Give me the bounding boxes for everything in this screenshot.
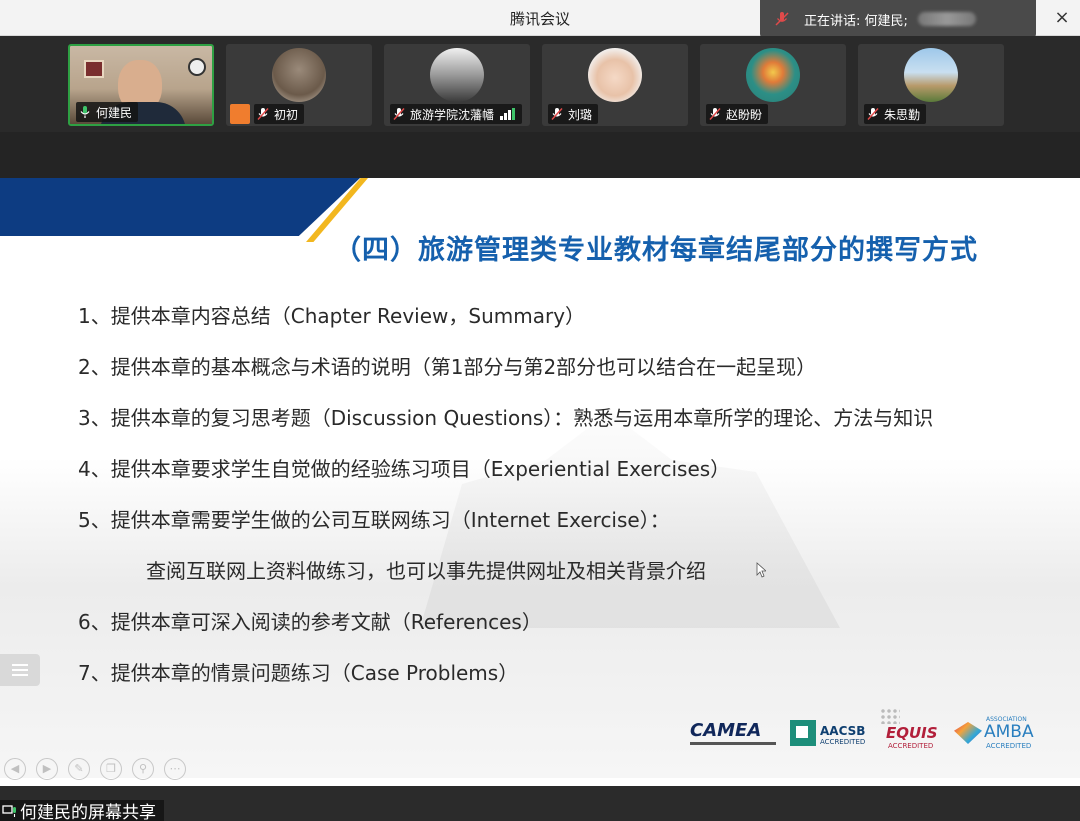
accreditation-logos: CAMEA AACSB ACCREDITED EQUIS ACCREDITED … <box>690 708 1042 756</box>
participant-name: 刘璐 <box>568 107 593 122</box>
participant-tile[interactable]: 初初 <box>226 44 372 126</box>
slide-line: 1、提供本章内容总结（Chapter Review，Summary） <box>78 304 586 328</box>
participant-tile[interactable]: 赵盼盼 <box>700 44 846 126</box>
screen-share-icon <box>2 804 16 817</box>
participant-tile[interactable]: 刘璐 <box>542 44 688 126</box>
menu-list-icon[interactable] <box>0 654 40 686</box>
mic-muted-icon <box>867 107 879 121</box>
slide-title: （四）旅游管理类专业教材每章结尾部分的撰写方式 <box>334 235 978 266</box>
mic-muted-icon <box>775 12 789 26</box>
menu-line <box>12 674 28 676</box>
participant-tile[interactable]: 何建民 <box>68 44 214 126</box>
aacsb-logo-text: AACSB <box>820 724 866 738</box>
mic-muted-icon <box>551 107 563 121</box>
wall-clock <box>188 58 206 76</box>
next-icon[interactable]: ▶ <box>36 758 58 780</box>
equis-logo-text: EQUIS <box>886 724 938 742</box>
slide-line: 6、提供本章可深入阅读的参考文献（References） <box>78 610 542 634</box>
mic-muted-icon <box>393 107 405 121</box>
slide-line: 查阅互联网上资料做练习，也可以事先提供网址及相关背景介绍 <box>146 559 706 583</box>
participant-avatar <box>430 48 484 102</box>
slide-line: 2、提供本章的基本概念与术语的说明（第1部分与第2部分也可以结合在一起呈现） <box>78 355 817 379</box>
participants-strip: 何建民 初初 旅游学院沈藩幡 刘璐 赵盼盼 朱思勤 <box>0 36 1080 178</box>
screen-share-label: 何建民的屏幕共享 <box>20 803 156 821</box>
mic-muted-icon <box>709 107 721 121</box>
screen-share-badge[interactable]: 何建民的屏幕共享 <box>0 800 164 821</box>
strip-lower-band <box>0 132 1080 178</box>
signal-bars-icon <box>500 108 516 120</box>
slide-header-band <box>0 178 360 236</box>
menu-line <box>12 669 28 671</box>
camea-logo-text: CAMEA <box>690 720 762 741</box>
shared-slide: （四）旅游管理类专业教材每章结尾部分的撰写方式 1、提供本章内容总结（Chapt… <box>0 178 1080 786</box>
slide-line: 4、提供本章要求学生自觉做的经验练习项目（Experiential Exerci… <box>78 457 731 481</box>
camea-logo: CAMEA <box>690 716 776 752</box>
speaking-text: 正在讲话: 何建民; <box>804 13 908 29</box>
participant-label: 刘璐 <box>548 104 599 124</box>
participant-avatar <box>272 48 326 102</box>
participant-avatar <box>588 48 642 102</box>
participant-tile[interactable]: 朱思勤 <box>858 44 1004 126</box>
wall-picture <box>84 60 104 78</box>
camea-logo-rule <box>690 742 776 745</box>
mic-active-icon <box>80 106 90 118</box>
participant-name: 初初 <box>274 107 299 122</box>
equis-dots <box>880 708 900 724</box>
equis-logo-sub: ACCREDITED <box>888 742 934 750</box>
equis-logo: EQUIS ACCREDITED <box>880 708 950 752</box>
zoom-icon[interactable]: ⚲ <box>132 758 154 780</box>
bottom-bar: 何建民的屏幕共享 <box>0 786 1080 821</box>
participant-label: 旅游学院沈藩幡 <box>390 104 523 124</box>
blurred-name <box>917 12 976 26</box>
slide-line: 3、提供本章的复习思考题（Discussion Questions）：熟悉与运用… <box>78 406 934 430</box>
mouse-cursor-icon <box>756 562 766 578</box>
copy-icon[interactable]: ❐ <box>100 758 122 780</box>
pen-icon[interactable]: ✎ <box>68 758 90 780</box>
speaking-indicator: 正在讲话: 何建民; <box>760 0 1036 38</box>
more-icon[interactable]: ⋯ <box>164 758 186 780</box>
mic-muted-icon <box>257 107 269 121</box>
aacsb-mark-inner <box>796 726 808 738</box>
menu-line <box>12 664 28 666</box>
video-off-badge <box>230 104 250 124</box>
close-icon[interactable]: × <box>1050 6 1074 30</box>
amba-logo: ASSOCIATION AMBA ACCREDITED <box>954 716 1042 752</box>
slide-line: 7、提供本章的情景问题练习（Case Problems） <box>78 661 519 685</box>
amba-logo-sub: ACCREDITED <box>986 742 1032 750</box>
participant-name: 赵盼盼 <box>726 107 763 122</box>
participant-label: 初初 <box>254 104 305 124</box>
participant-name: 朱思勤 <box>884 107 921 122</box>
participant-label: 朱思勤 <box>864 104 927 124</box>
participant-label: 何建民 <box>76 102 139 122</box>
participant-name: 何建民 <box>96 105 133 120</box>
participant-tile[interactable]: 旅游学院沈藩幡 <box>384 44 530 126</box>
participant-avatar <box>904 48 958 102</box>
slide-line: 5、提供本章需要学生做的公司互联网练习（Internet Exercise）： <box>78 508 670 532</box>
aacsb-logo: AACSB ACCREDITED <box>790 716 870 752</box>
amba-logo-text: AMBA <box>984 722 1034 742</box>
aacsb-logo-sub: ACCREDITED <box>820 738 866 746</box>
participant-name: 旅游学院沈藩幡 <box>410 107 495 122</box>
participant-avatar <box>746 48 800 102</box>
previous-icon[interactable]: ◀ <box>4 758 26 780</box>
participant-label: 赵盼盼 <box>706 104 769 124</box>
slide-controls: ◀ ▶ ✎ ❐ ⚲ ⋯ <box>4 758 196 782</box>
amba-diamond <box>954 722 982 744</box>
